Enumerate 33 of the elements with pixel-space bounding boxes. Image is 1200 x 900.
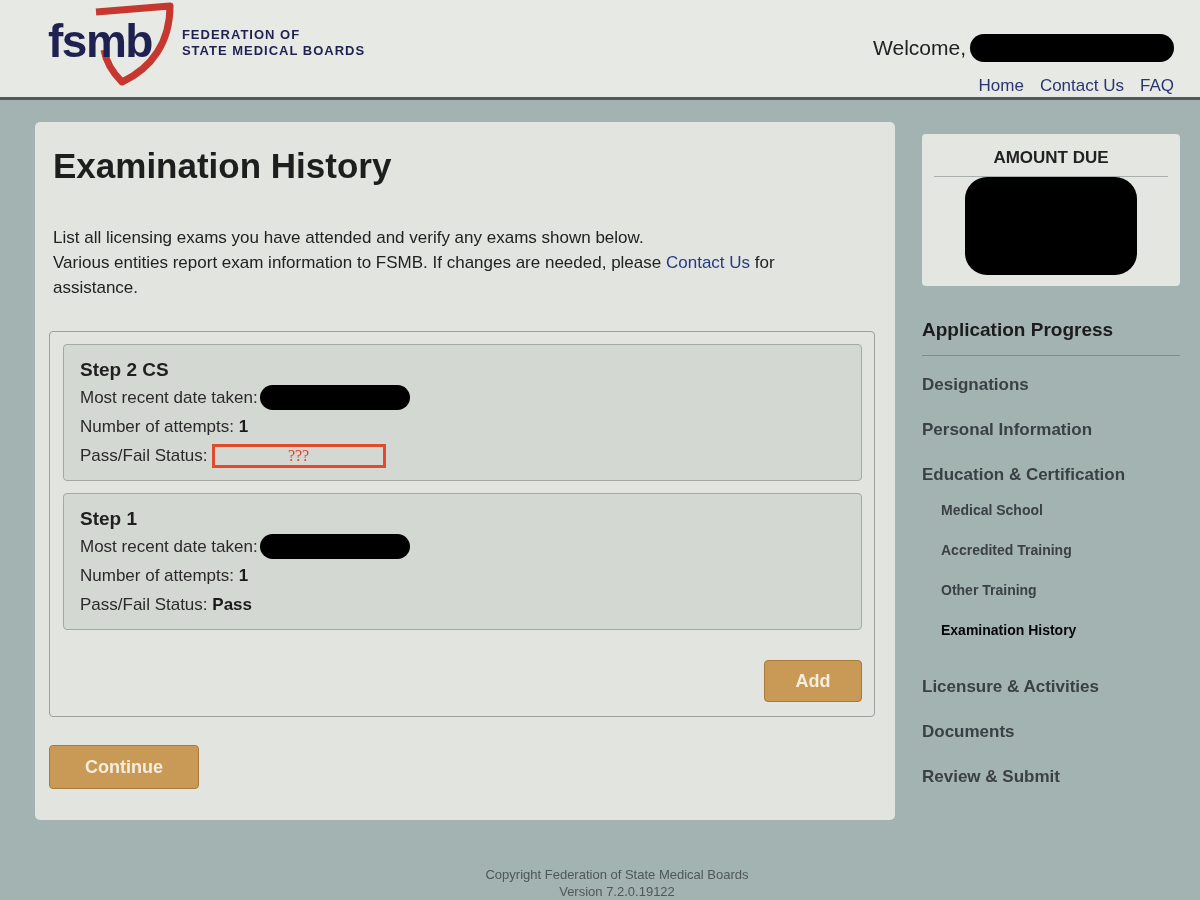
nav-link[interactable]: FAQ: [1140, 76, 1174, 96]
logo-wordmark: fsmb: [48, 17, 152, 64]
progress-heading: Application Progress: [922, 319, 1180, 356]
field-text: Number of attempts: 1: [80, 416, 249, 437]
welcome-text: Welcome,: [873, 36, 966, 60]
field-text: Pass/Fail Status: Pass: [80, 594, 252, 615]
progress-nav-item[interactable]: Review & Submit: [922, 760, 1180, 794]
logo-tagline: STATE MEDICAL BOARDS: [181, 42, 366, 59]
progress-nav-item[interactable]: Examination History: [922, 615, 1180, 645]
field-text: Number of attempts: 1: [80, 565, 249, 586]
progress-nav-item[interactable]: Accredited Training: [922, 535, 1180, 565]
progress-nav-item[interactable]: Documents: [922, 715, 1180, 749]
exam-title: Step 1: [80, 508, 139, 530]
progress-nav-item[interactable]: Other Training: [922, 575, 1180, 605]
status-annotation: ???: [211, 443, 386, 468]
footer-text: Version 7.2.0.19122: [559, 883, 675, 900]
progress-nav-item[interactable]: Licensure & Activities: [922, 670, 1180, 704]
nav-link[interactable]: Home: [978, 76, 1024, 96]
progress-nav-item[interactable]: Designations: [922, 368, 1180, 402]
exam-title: Step 2 CS: [80, 359, 170, 381]
nav-link[interactable]: Contact Us: [1039, 76, 1124, 96]
progress-nav-item[interactable]: Personal Information: [922, 413, 1180, 447]
progress-nav-item[interactable]: Medical School: [922, 495, 1180, 525]
field-label: Pass/Fail Status:: [80, 445, 208, 466]
contact-link[interactable]: Contact Us: [665, 253, 751, 272]
intro-text: Various entities report exam information to FSMB. If changes are needed, please Contact Us for assistance.: [53, 252, 776, 299]
logo-tagline: FEDERATION OF: [181, 26, 302, 43]
field-label: Most recent date taken:: [80, 387, 258, 408]
intro-text: List all licensing exams you have attended and verify any exams shown below.: [53, 227, 645, 249]
field-label: Most recent date taken:: [80, 536, 258, 557]
progress-nav-item[interactable]: Education & Certification: [922, 458, 1180, 492]
page-title: Examination History: [53, 146, 393, 186]
footer-text: Copyright Federation of State Medical Boards: [485, 866, 749, 883]
